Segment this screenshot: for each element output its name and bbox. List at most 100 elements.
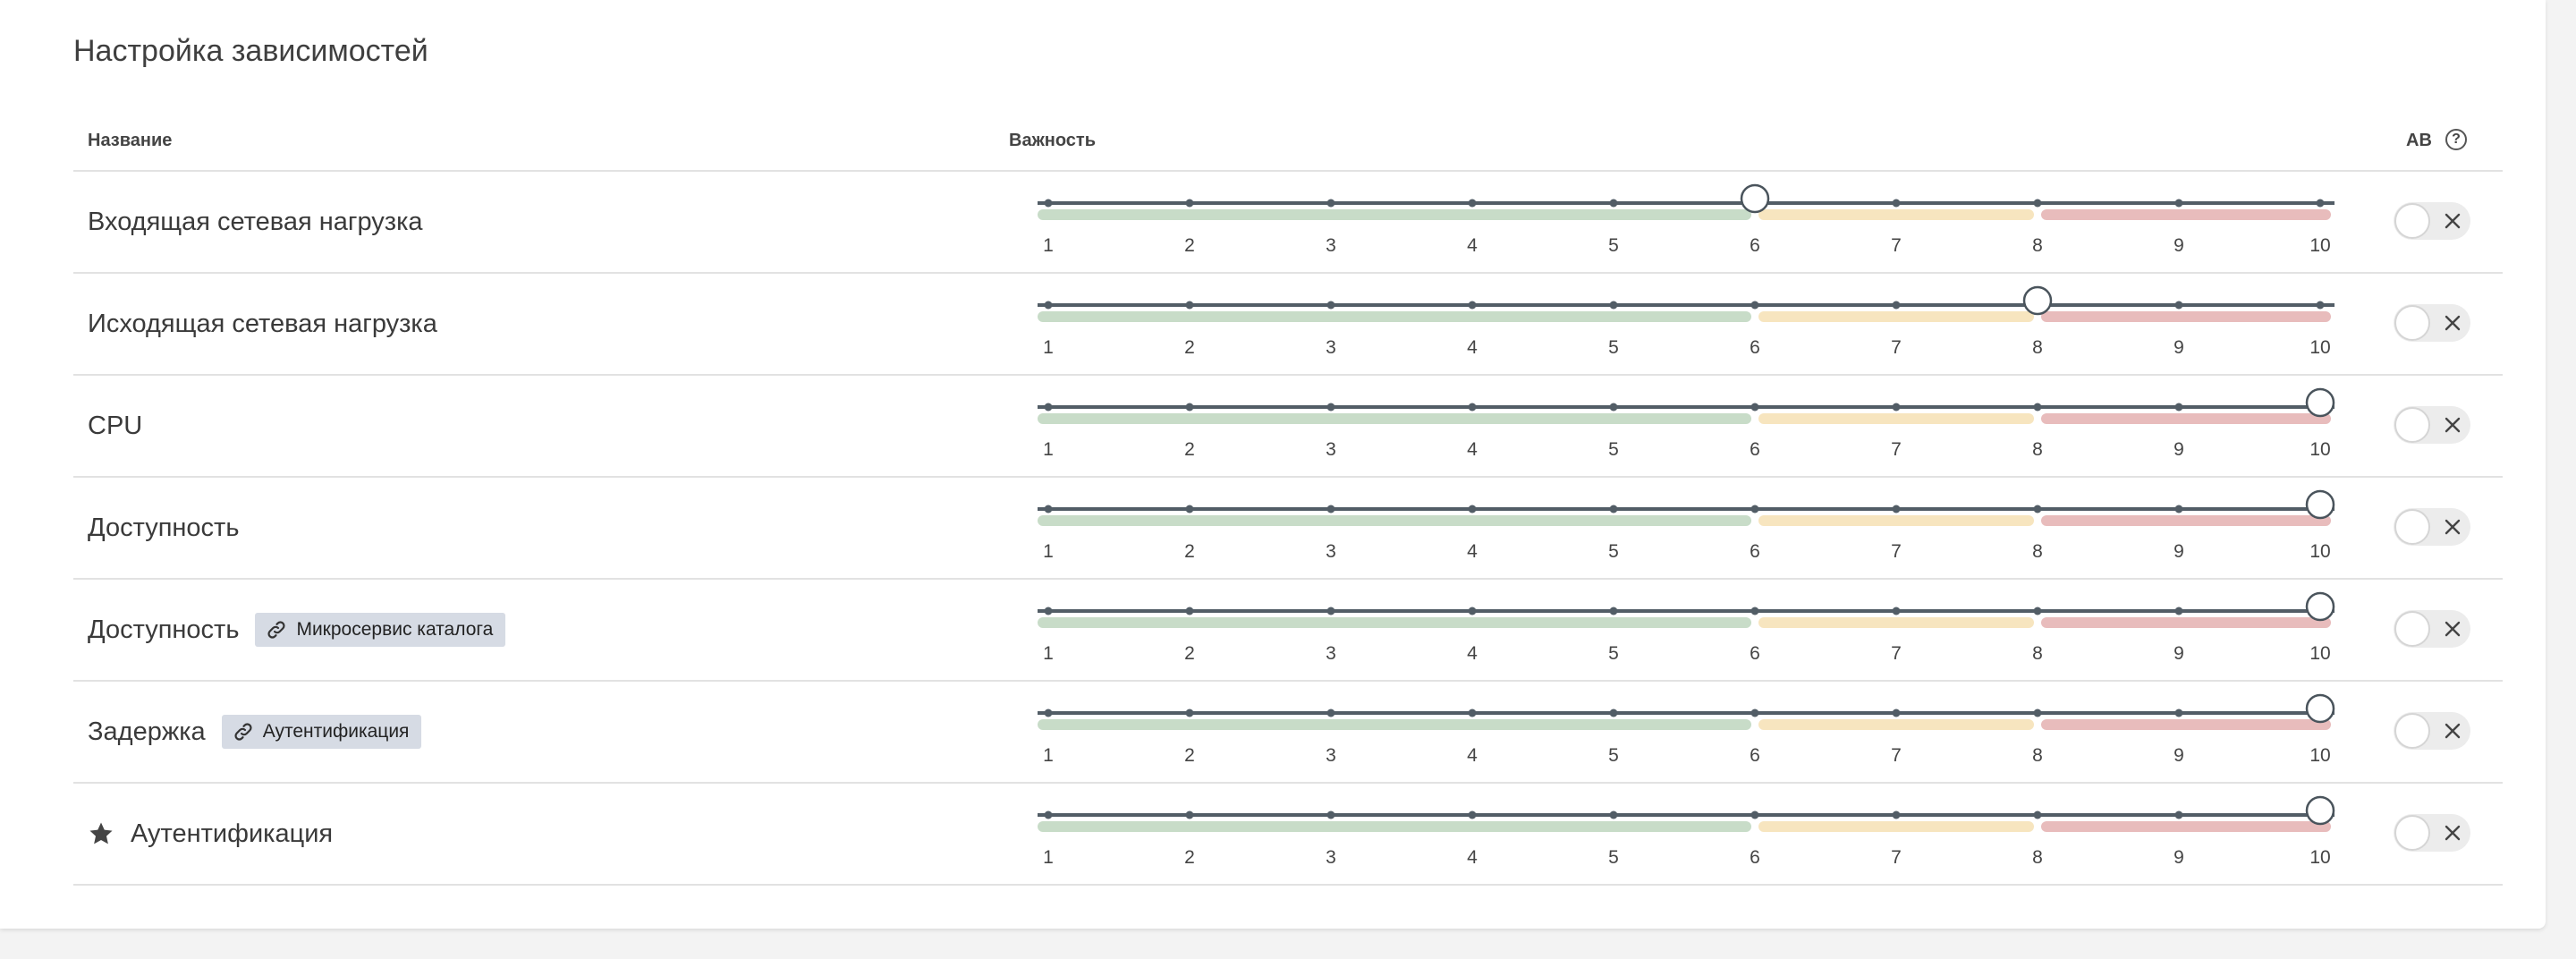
slider-handle[interactable]	[2305, 795, 2335, 826]
table-row: Доступность 1 2 3 4 5 6 7 8 9 10	[73, 478, 2503, 580]
help-circle-icon[interactable]: ?	[2445, 129, 2467, 150]
close-icon	[2445, 723, 2461, 739]
slider-tick-dot	[1609, 607, 1618, 615]
slider-tick-dot	[1609, 709, 1618, 717]
slider-tick-dot	[1468, 199, 1477, 208]
slider-tick-dot	[1468, 505, 1477, 513]
slider-tick-label: 5	[1608, 439, 1619, 460]
table-row: Доступность Микросервис каталога 1 2 3 4 5 6 7 8 9…	[73, 580, 2503, 682]
slider-tick-dot	[1609, 505, 1618, 513]
importance-slider[interactable]: 1 2 3 4 5 6 7 8 9 10	[73, 580, 2503, 680]
ab-toggle[interactable]	[2394, 304, 2470, 342]
ab-toggle[interactable]	[2394, 814, 2470, 852]
toggle-knob	[2394, 713, 2430, 749]
slider-tick-dot	[1609, 403, 1618, 412]
slider-tick-label: 9	[2174, 847, 2184, 868]
importance-slider[interactable]: 1 2 3 4 5 6 7 8 9 10	[73, 274, 2503, 374]
slider-tick-label: 6	[1750, 337, 1760, 358]
slider-tick-dot	[2174, 199, 2183, 208]
slider-tick-dot	[2316, 199, 2325, 208]
ab-toggle[interactable]	[2394, 406, 2470, 444]
slider-tick-label: 10	[2309, 235, 2330, 256]
slider-tick-label: 3	[1326, 337, 1336, 358]
ab-toggle[interactable]	[2394, 508, 2470, 546]
table-row: Исходящая сетевая нагрузка 1 2 3 4 5 6 7 8 9 10	[73, 274, 2503, 376]
slider-tick-label: 4	[1467, 541, 1478, 562]
table-header: Название Важность AB ?	[73, 116, 2503, 172]
slider-handle[interactable]	[2305, 489, 2335, 520]
slider-tick-dot	[1609, 301, 1618, 310]
slider-handle[interactable]	[2305, 387, 2335, 418]
slider-tick-dot	[1326, 403, 1335, 412]
slider-tick-label: 2	[1184, 439, 1195, 460]
column-header-name: Название	[88, 131, 173, 150]
slider-tick-label: 4	[1467, 439, 1478, 460]
ab-toggle[interactable]	[2394, 712, 2470, 750]
slider-tick-label: 6	[1750, 745, 1760, 766]
slider-tick-label: 2	[1184, 235, 1195, 256]
slider-tick-dot	[2033, 403, 2042, 412]
slider-tick-label: 10	[2309, 643, 2330, 664]
slider-tick-label: 8	[2032, 235, 2043, 256]
slider-tick-dot	[1326, 810, 1335, 819]
slider-tick-label: 4	[1467, 337, 1478, 358]
table-row: CPU 1 2 3 4 5 6 7 8 9 10	[73, 376, 2503, 478]
slider-tick-dot	[2033, 199, 2042, 208]
slider-tick-dot	[1750, 505, 1759, 513]
ab-toggle[interactable]	[2394, 610, 2470, 648]
slider-tick-label: 4	[1467, 235, 1478, 256]
slider-tick-dot	[1468, 709, 1477, 717]
ab-toggle[interactable]	[2394, 202, 2470, 240]
slider-tick-dot	[1892, 607, 1901, 615]
slider-handle[interactable]	[2305, 591, 2335, 622]
slider-tick-label: 10	[2309, 847, 2330, 868]
slider-tick-dot	[2174, 403, 2183, 412]
slider-handle[interactable]	[1740, 183, 1770, 214]
slider-tick-label: 2	[1184, 541, 1195, 562]
slider-tick-dot	[1185, 810, 1194, 819]
slider-tick-dot	[1326, 505, 1335, 513]
slider-tick-label: 3	[1326, 541, 1336, 562]
importance-slider[interactable]: 1 2 3 4 5 6 7 8 9 10	[73, 784, 2503, 884]
slider-tick-label: 3	[1326, 235, 1336, 256]
importance-slider[interactable]: 1 2 3 4 5 6 7 8 9 10	[73, 376, 2503, 476]
table-row: Аутентификация 1 2 3 4 5 6 7 8 9 10	[73, 784, 2503, 886]
slider-tick-dot	[1044, 403, 1053, 412]
slider-tick-label: 7	[1891, 643, 1902, 664]
slider-tick-label: 1	[1043, 439, 1054, 460]
slider-tick-dot	[1044, 607, 1053, 615]
slider-tick-label: 3	[1326, 643, 1336, 664]
slider-tick-label: 5	[1608, 847, 1619, 868]
slider-tick-dot	[2174, 301, 2183, 310]
slider-tick-label: 8	[2032, 337, 2043, 358]
importance-slider[interactable]: 1 2 3 4 5 6 7 8 9 10	[73, 172, 2503, 272]
slider-tick-dot	[1892, 709, 1901, 717]
slider-tick-dot	[2033, 505, 2042, 513]
slider-tick-label: 2	[1184, 643, 1195, 664]
slider-tick-label: 10	[2309, 745, 2330, 766]
slider-tick-label: 4	[1467, 643, 1478, 664]
slider-tick-label: 5	[1608, 643, 1619, 664]
slider-handle[interactable]	[2022, 285, 2053, 316]
importance-slider[interactable]: 1 2 3 4 5 6 7 8 9 10	[73, 478, 2503, 578]
slider-tick-label: 6	[1750, 643, 1760, 664]
slider-tick-label: 4	[1467, 745, 1478, 766]
slider-tick-label: 9	[2174, 745, 2184, 766]
slider-tick-dot	[1044, 301, 1053, 310]
close-icon	[2445, 825, 2461, 841]
slider-tick-dot	[1892, 810, 1901, 819]
close-icon	[2445, 519, 2461, 535]
slider-tick-label: 8	[2032, 745, 2043, 766]
close-icon	[2445, 315, 2461, 331]
slider-handle[interactable]	[2305, 693, 2335, 724]
slider-tick-dot	[1185, 199, 1194, 208]
slider-tick-dot	[2033, 607, 2042, 615]
slider-tick-dot	[1185, 403, 1194, 412]
slider-tick-dot	[1468, 403, 1477, 412]
slider-tick-dot	[1750, 810, 1759, 819]
slider-tick-dot	[1892, 403, 1901, 412]
slider-tick-label: 5	[1608, 235, 1619, 256]
slider-tick-label: 7	[1891, 439, 1902, 460]
importance-slider[interactable]: 1 2 3 4 5 6 7 8 9 10	[73, 682, 2503, 782]
slider-tick-label: 9	[2174, 643, 2184, 664]
